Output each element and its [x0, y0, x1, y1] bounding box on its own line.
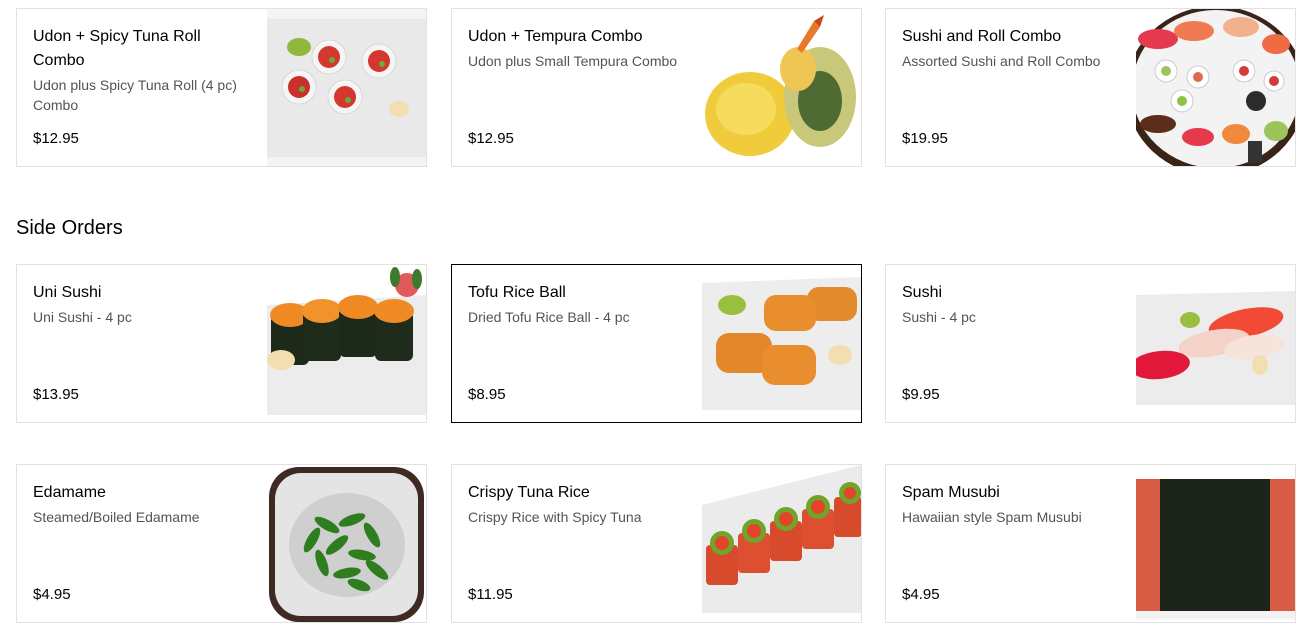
- menu-item-card-sushi[interactable]: Sushi Sushi - 4 pc $9.95: [885, 264, 1296, 423]
- spam-musubi-photo: [1136, 465, 1295, 622]
- item-description: Hawaiian style Spam Musubi: [902, 509, 1082, 525]
- menu-item-card-tofu-rice-ball[interactable]: Tofu Rice Ball Dried Tofu Rice Ball - 4 …: [451, 264, 862, 423]
- menu-item-card-uni-sushi[interactable]: Uni Sushi Uni Sushi - 4 pc $13.95: [16, 264, 427, 423]
- tempura-photo: [702, 9, 861, 166]
- item-name: Sushi and Roll Combo: [902, 28, 1062, 45]
- menu-item-card-udon-spicy-tuna[interactable]: Udon + Spicy Tuna Roll Combo Udon plus S…: [16, 8, 427, 167]
- menu-item-card-sushi-roll-combo[interactable]: Sushi and Roll Combo Assorted Sushi and …: [885, 8, 1296, 167]
- item-description: Crispy Rice with Spicy Tuna: [468, 509, 642, 525]
- item-name: Crispy Tuna Rice: [468, 484, 590, 501]
- nigiri-photo: [1136, 265, 1295, 422]
- item-name: Spam Musubi: [902, 484, 1000, 501]
- sushi-roll-platter-photo: [1136, 9, 1295, 166]
- uni-sushi-photo: [267, 265, 426, 422]
- item-price: $13.95: [33, 386, 79, 403]
- item-name: Udon + Tempura Combo: [468, 28, 643, 45]
- item-price: $12.95: [33, 130, 79, 147]
- item-description: Dried Tofu Rice Ball - 4 pc: [468, 309, 630, 325]
- item-name: Sushi: [902, 284, 943, 301]
- section-title-side-orders: Side Orders: [16, 217, 123, 239]
- item-description: Udon plus Spicy Tuna Roll (4 pc) Combo: [33, 77, 237, 113]
- item-price: $4.95: [33, 586, 71, 603]
- item-name: Udon + Spicy Tuna Roll Combo: [33, 28, 201, 69]
- item-price: $11.95: [468, 586, 513, 603]
- item-description: Udon plus Small Tempura Combo: [468, 53, 678, 69]
- item-name: Edamame: [33, 484, 106, 501]
- menu-item-card-udon-tempura[interactable]: Udon + Tempura Combo Udon plus Small Tem…: [451, 8, 862, 167]
- menu-item-card-edamame[interactable]: Edamame Steamed/Boiled Edamame $4.95: [16, 464, 427, 623]
- item-description: Steamed/Boiled Edamame: [33, 509, 200, 525]
- item-description: Sushi - 4 pc: [902, 309, 976, 325]
- item-price: $19.95: [902, 130, 948, 147]
- spicy-tuna-roll-photo: [267, 9, 426, 166]
- crispy-tuna-rice-photo: [702, 465, 861, 622]
- item-price: $4.95: [902, 586, 940, 603]
- item-name: Uni Sushi: [33, 284, 102, 301]
- item-price: $12.95: [468, 130, 514, 147]
- menu-item-card-spam-musubi[interactable]: Spam Musubi Hawaiian style Spam Musubi $…: [885, 464, 1296, 623]
- item-price: $8.95: [468, 386, 506, 403]
- item-description: Uni Sushi - 4 pc: [33, 309, 132, 325]
- item-name: Tofu Rice Ball: [468, 284, 566, 301]
- menu-item-card-crispy-tuna-rice[interactable]: Crispy Tuna Rice Crispy Rice with Spicy …: [451, 464, 862, 623]
- inari-photo: [702, 265, 861, 422]
- item-description: Assorted Sushi and Roll Combo: [902, 53, 1101, 69]
- edamame-photo: [267, 465, 426, 622]
- item-price: $9.95: [902, 386, 940, 403]
